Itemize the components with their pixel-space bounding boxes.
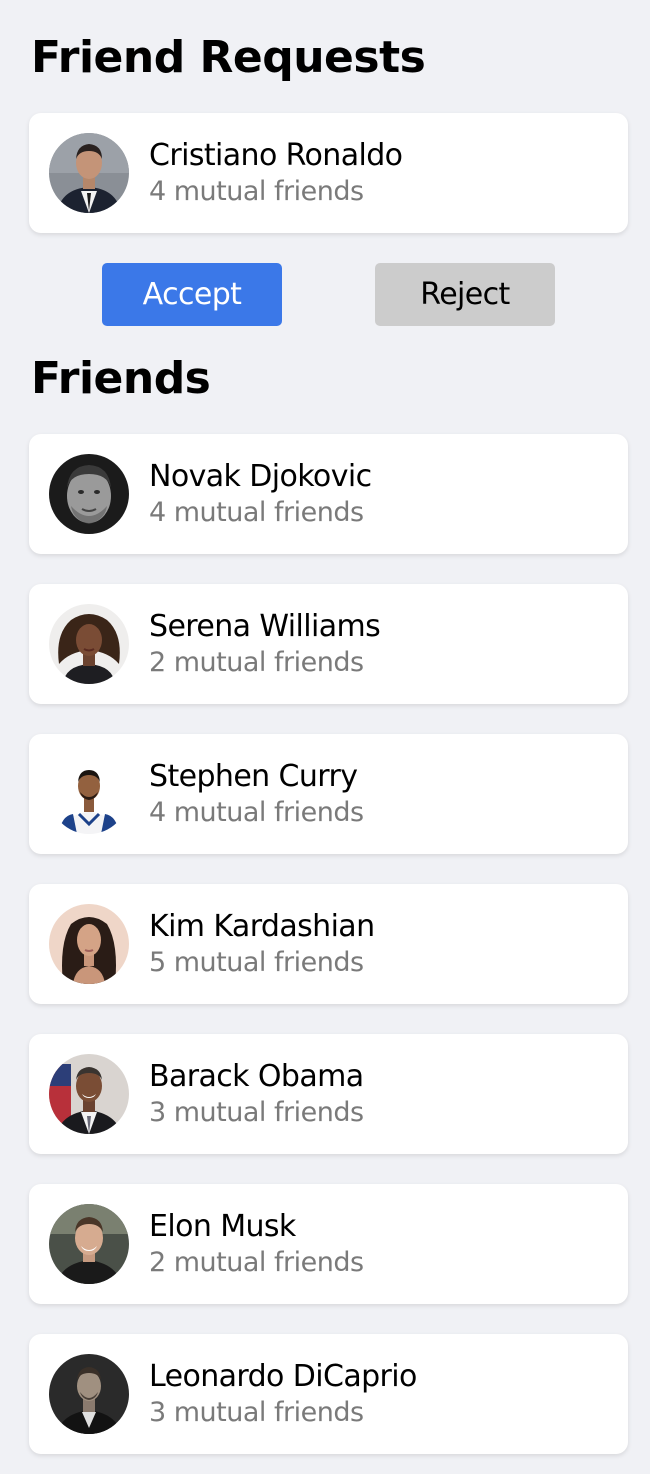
friend-card[interactable]: Barack Obama 3 mutual friends bbox=[29, 1034, 628, 1154]
friend-name: Kim Kardashian bbox=[149, 909, 375, 944]
friend-name: Stephen Curry bbox=[149, 759, 358, 794]
avatar-elon-musk bbox=[49, 1204, 129, 1284]
mutual-friends-count: 4 mutual friends bbox=[149, 176, 364, 207]
mutual-friends-count: 2 mutual friends bbox=[149, 647, 364, 678]
avatar-stephen-curry bbox=[49, 754, 129, 834]
friend-card[interactable]: Stephen Curry 4 mutual friends bbox=[29, 734, 628, 854]
friend-card[interactable]: Leonardo DiCaprio 3 mutual friends bbox=[29, 1334, 628, 1454]
avatar-kim-kardashian bbox=[49, 904, 129, 984]
mutual-friends-count: 2 mutual friends bbox=[149, 1247, 364, 1278]
friend-card[interactable]: Kim Kardashian 5 mutual friends bbox=[29, 884, 628, 1004]
reject-button[interactable]: Reject bbox=[375, 263, 555, 326]
friend-name: Leonardo DiCaprio bbox=[149, 1359, 417, 1394]
friend-name: Elon Musk bbox=[149, 1209, 296, 1244]
accept-button[interactable]: Accept bbox=[102, 263, 282, 326]
friends-title: Friends bbox=[31, 353, 211, 404]
mutual-friends-count: 4 mutual friends bbox=[149, 797, 364, 828]
mutual-friends-count: 5 mutual friends bbox=[149, 947, 364, 978]
avatar-novak-djokovic bbox=[49, 454, 129, 534]
friend-name: Serena Williams bbox=[149, 609, 381, 644]
friend-request-card[interactable]: Cristiano Ronaldo 4 mutual friends bbox=[29, 113, 628, 233]
friend-card[interactable]: Serena Williams 2 mutual friends bbox=[29, 584, 628, 704]
friend-requests-title: Friend Requests bbox=[31, 32, 426, 83]
avatar-barack-obama bbox=[49, 1054, 129, 1134]
mutual-friends-count: 3 mutual friends bbox=[149, 1397, 364, 1428]
friend-card[interactable]: Elon Musk 2 mutual friends bbox=[29, 1184, 628, 1304]
friend-request-name: Cristiano Ronaldo bbox=[149, 138, 403, 173]
mutual-friends-count: 3 mutual friends bbox=[149, 1097, 364, 1128]
mutual-friends-count: 4 mutual friends bbox=[149, 497, 364, 528]
friend-name: Novak Djokovic bbox=[149, 459, 372, 494]
avatar-leonardo-dicaprio bbox=[49, 1354, 129, 1434]
friend-name: Barack Obama bbox=[149, 1059, 364, 1094]
avatar-cristiano-ronaldo bbox=[49, 133, 129, 213]
avatar-serena-williams bbox=[49, 604, 129, 684]
friend-card[interactable]: Novak Djokovic 4 mutual friends bbox=[29, 434, 628, 554]
